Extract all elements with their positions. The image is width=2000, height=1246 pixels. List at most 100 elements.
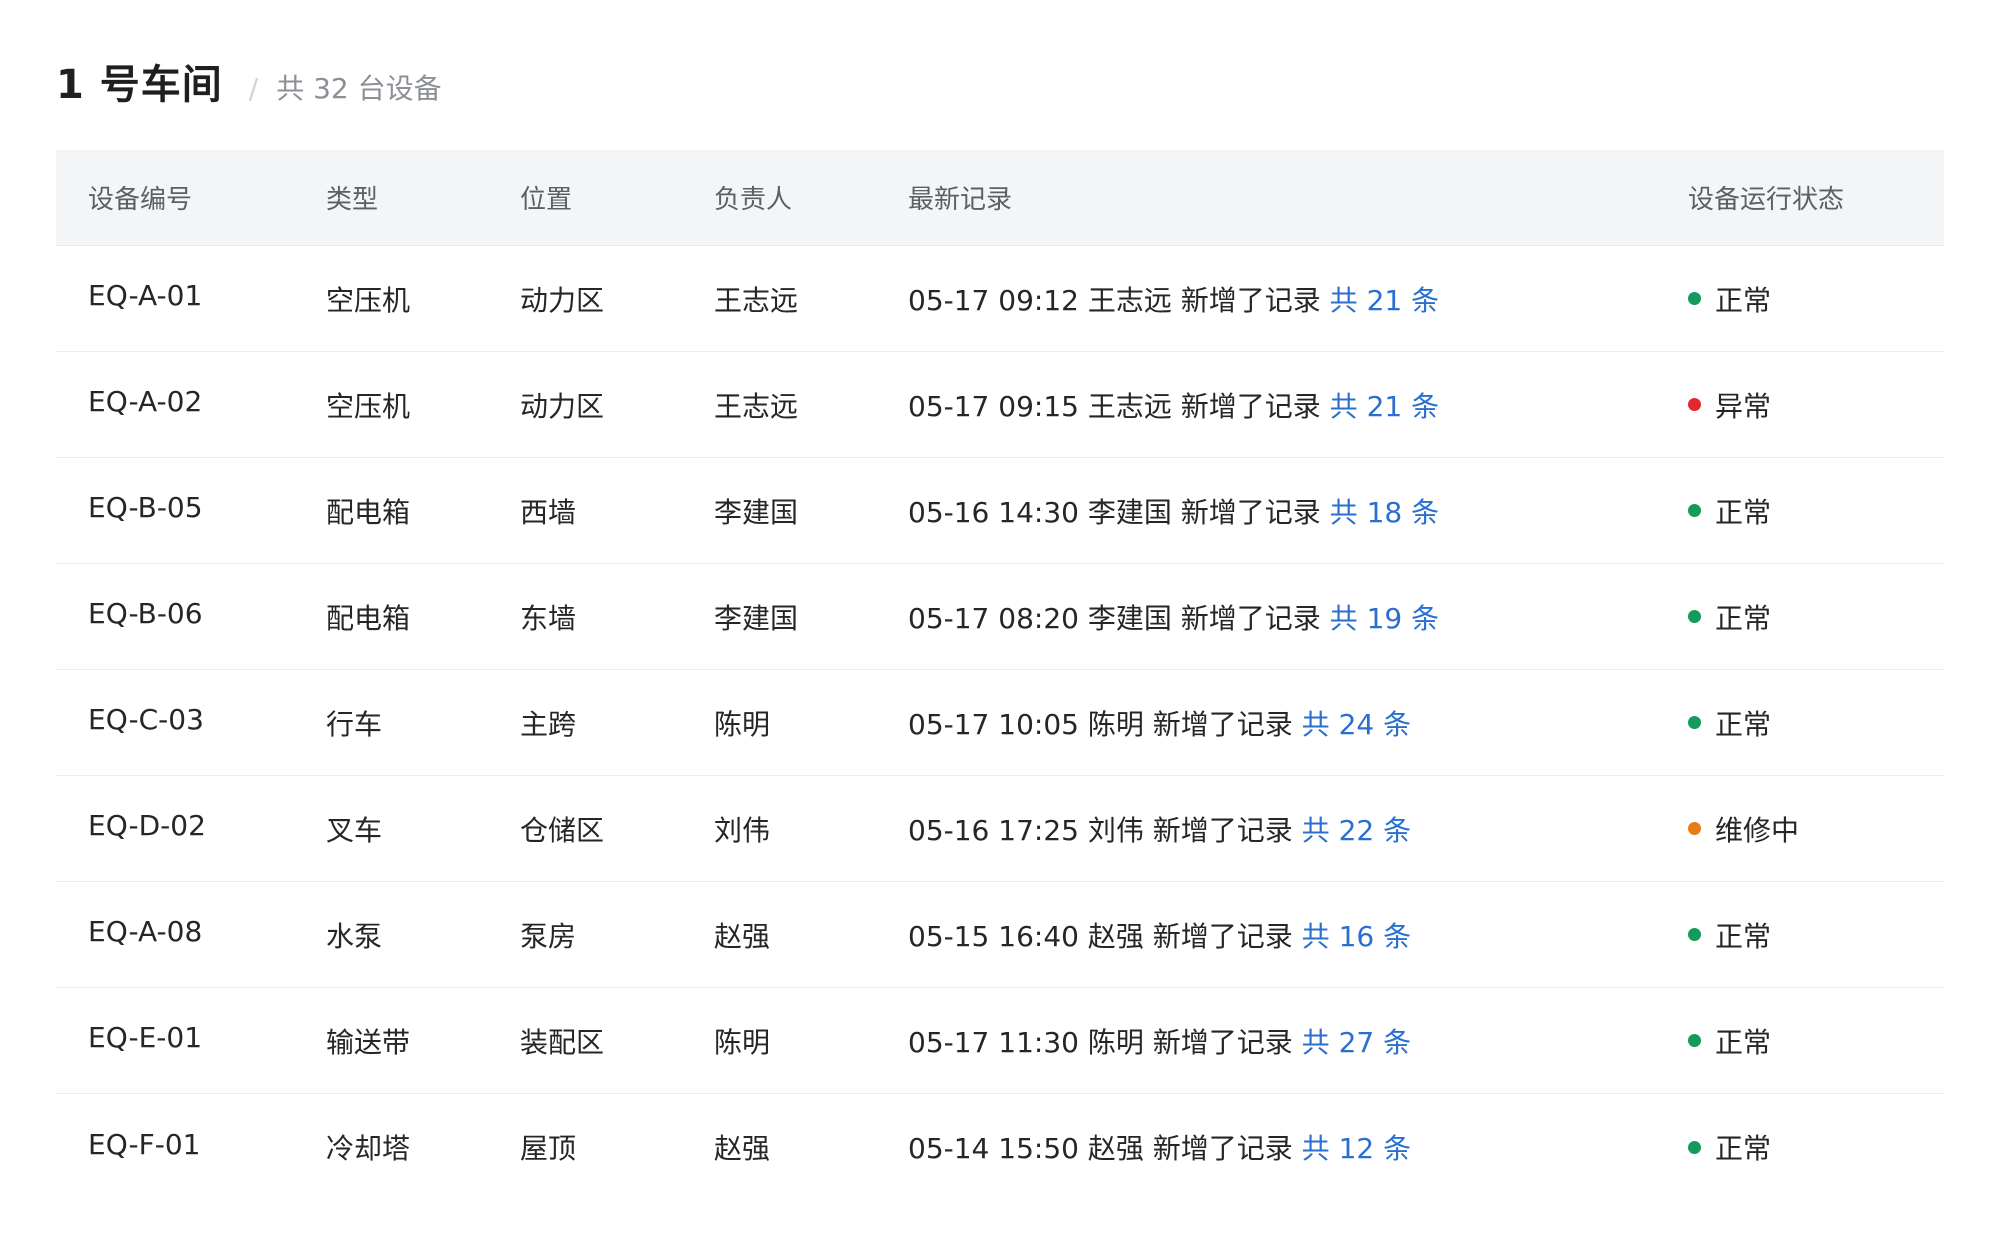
page: 1 号车间 / 共 32 台设备 设备编号 类型 位置 负责人 最新记录 设备运… [0,0,2000,1246]
record-text: 05-17 08:20 李建国 新增了记录 [908,601,1321,635]
device-type: 冷却塔 [326,1132,411,1165]
table-header: 设备编号 类型 位置 负责人 最新记录 设备运行状态 [56,150,1944,246]
table-row[interactable]: EQ-A-02 空压机 动力区 王志远 05-17 09:15 王志远 新增了记录 共 … [56,352,1944,458]
record-count-link[interactable]: 共 27 条 [1302,1026,1411,1059]
device-id: EQ-D-02 [88,809,206,842]
device-id: EQ-F-01 [88,1127,201,1161]
status-dot-icon [1688,1034,1701,1047]
record-count-link[interactable]: 共 19 条 [1330,602,1439,635]
status-label: 正常 [1715,601,1772,635]
record-text: 05-14 15:50 赵强 新增了记录 [908,1132,1293,1165]
record-text: 05-16 14:30 李建国 新增了记录 [908,495,1321,529]
device-owner: 刘伟 [714,813,771,847]
column-header-owner: 负责人 [714,185,793,215]
record-count-link[interactable]: 共 24 条 [1302,708,1411,741]
status-dot-icon [1688,610,1701,623]
device-type: 配电箱 [326,601,411,635]
record-text: 05-16 17:25 刘伟 新增了记录 [908,813,1293,847]
record-text: 05-17 11:30 陈明 新增了记录 [908,1025,1293,1059]
status-label: 维修中 [1715,813,1800,847]
device-type: 空压机 [326,283,411,317]
status-dot-icon [1688,1140,1701,1154]
status-label: 正常 [1715,707,1772,741]
device-status: 正常 [1688,279,1771,319]
status-dot-icon [1688,504,1701,517]
device-location: 动力区 [520,389,605,423]
device-owner: 赵强 [714,919,771,953]
device-id: EQ-B-05 [88,491,203,524]
latest-record: 05-15 16:40 赵强 新增了记录 共 16 条 [908,915,1411,955]
status-dot-icon [1688,398,1701,411]
status-dot-icon [1688,716,1701,729]
device-id: EQ-B-06 [88,597,203,630]
table-row[interactable]: EQ-B-05 配电箱 西墙 李建国 05-16 14:30 李建国 新增了记录 共 1… [56,458,1944,564]
device-location: 西墙 [520,495,577,529]
device-owner: 李建国 [714,495,799,529]
device-owner: 王志远 [714,283,799,317]
device-owner: 李建国 [714,601,799,635]
device-id: EQ-A-01 [88,279,203,312]
device-id: EQ-E-01 [88,1021,203,1054]
latest-record: 05-17 08:20 李建国 新增了记录 共 19 条 [908,597,1439,637]
device-location: 主跨 [520,707,577,741]
device-status: 正常 [1688,1127,1771,1167]
latest-record: 05-17 09:15 王志远 新增了记录 共 21 条 [908,385,1439,425]
device-type: 输送带 [326,1025,411,1059]
latest-record: 05-16 14:30 李建国 新增了记录 共 18 条 [908,491,1439,531]
status-label: 正常 [1715,1132,1772,1165]
device-owner: 王志远 [714,389,799,423]
device-status: 正常 [1688,491,1771,531]
table-row[interactable]: EQ-F-01 冷却塔 屋顶 赵强 05-14 15:50 赵强 新增了记录 共 12 … [56,1094,1944,1200]
device-owner: 陈明 [714,707,771,741]
status-label: 异常 [1715,389,1772,423]
device-status: 正常 [1688,597,1771,637]
device-status: 正常 [1688,1021,1771,1061]
record-count-link[interactable]: 共 22 条 [1302,814,1411,847]
device-type: 行车 [326,707,383,741]
column-header-id: 设备编号 [88,185,193,215]
device-status: 正常 [1688,703,1771,743]
table-row[interactable]: EQ-D-02 叉车 仓储区 刘伟 05-16 17:25 刘伟 新增了记录 共 22 … [56,776,1944,882]
record-count-link[interactable]: 共 12 条 [1302,1132,1411,1165]
device-table: 设备编号 类型 位置 负责人 最新记录 设备运行状态 EQ-A-01 空压机 动力区… [56,150,1944,1200]
latest-record: 05-17 09:12 王志远 新增了记录 共 21 条 [908,279,1439,319]
record-count-link[interactable]: 共 16 条 [1302,920,1411,953]
device-status: 正常 [1688,915,1771,955]
status-label: 正常 [1715,1025,1772,1059]
device-id: EQ-C-03 [88,703,204,736]
table-row[interactable]: EQ-B-06 配电箱 东墙 李建国 05-17 08:20 李建国 新增了记录 共 1… [56,564,1944,670]
column-header-record: 最新记录 [908,185,1013,215]
device-type: 叉车 [326,813,383,847]
record-count-link[interactable]: 共 21 条 [1330,284,1439,317]
status-label: 正常 [1715,495,1772,529]
status-label: 正常 [1715,919,1772,953]
device-location: 屋顶 [520,1132,577,1165]
device-type: 配电箱 [326,495,411,529]
device-owner: 陈明 [714,1025,771,1059]
status-dot-icon [1688,928,1701,941]
device-count: 共 32 台设备 [276,72,442,105]
title-separator: / [248,72,259,105]
table-row[interactable]: EQ-C-03 行车 主跨 陈明 05-17 10:05 陈明 新增了记录 共 24 条… [56,670,1944,776]
device-status: 维修中 [1688,809,1799,849]
table-row[interactable]: EQ-E-01 输送带 装配区 陈明 05-17 11:30 陈明 新增了记录 共 27… [56,988,1944,1094]
record-text: 05-17 09:15 王志远 新增了记录 [908,389,1321,423]
table-body: EQ-A-01 空压机 动力区 王志远 05-17 09:12 王志远 新增了记录 共 … [56,246,1944,1200]
status-label: 正常 [1715,283,1772,317]
device-id: EQ-A-02 [88,385,203,418]
latest-record: 05-17 11:30 陈明 新增了记录 共 27 条 [908,1021,1411,1061]
column-header-location: 位置 [520,185,573,215]
record-count-link[interactable]: 共 21 条 [1330,390,1439,423]
table-row[interactable]: EQ-A-01 空压机 动力区 王志远 05-17 09:12 王志远 新增了记录 共 … [56,246,1944,352]
record-count-link[interactable]: 共 18 条 [1330,496,1439,529]
device-location: 装配区 [520,1025,605,1059]
record-text: 05-15 16:40 赵强 新增了记录 [908,919,1293,953]
device-type: 水泵 [326,919,383,953]
page-header: 1 号车间 / 共 32 台设备 [56,52,442,110]
device-location: 动力区 [520,283,605,317]
status-dot-icon [1688,292,1701,305]
table-row[interactable]: EQ-A-08 水泵 泵房 赵强 05-15 16:40 赵强 新增了记录 共 16 条… [56,882,1944,988]
device-id: EQ-A-08 [88,915,203,948]
device-status: 异常 [1688,385,1771,425]
latest-record: 05-17 10:05 陈明 新增了记录 共 24 条 [908,703,1411,743]
